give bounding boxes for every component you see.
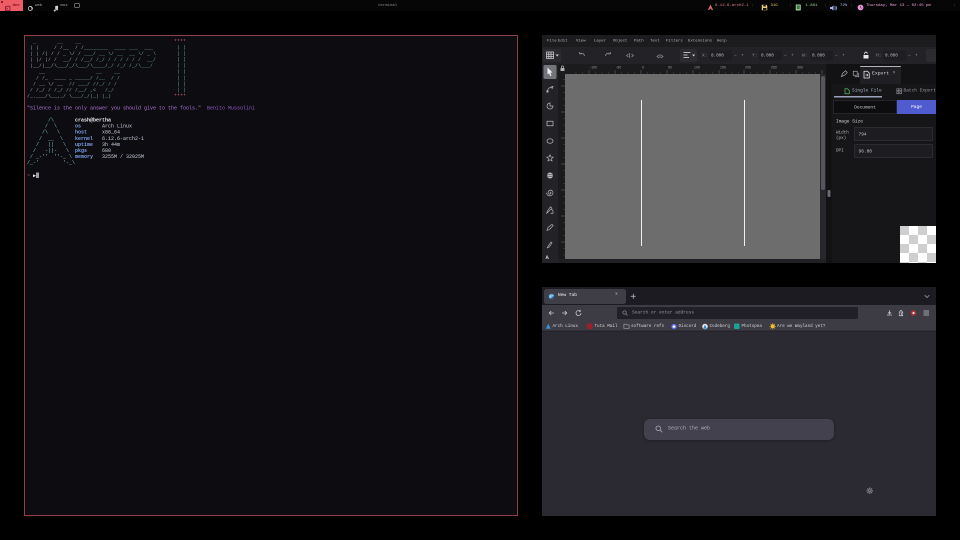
svg-text:250: 250 xyxy=(771,66,777,70)
svg-text:200: 200 xyxy=(745,66,751,70)
svg-text:300: 300 xyxy=(797,66,803,70)
svg-text:-100: -100 xyxy=(590,66,597,70)
svg-text:0: 0 xyxy=(642,66,644,70)
svg-text:-50: -50 xyxy=(616,66,621,70)
svg-text:100: 100 xyxy=(694,66,700,70)
svg-text:150: 150 xyxy=(720,66,726,70)
svg-text:50: 50 xyxy=(668,66,672,70)
